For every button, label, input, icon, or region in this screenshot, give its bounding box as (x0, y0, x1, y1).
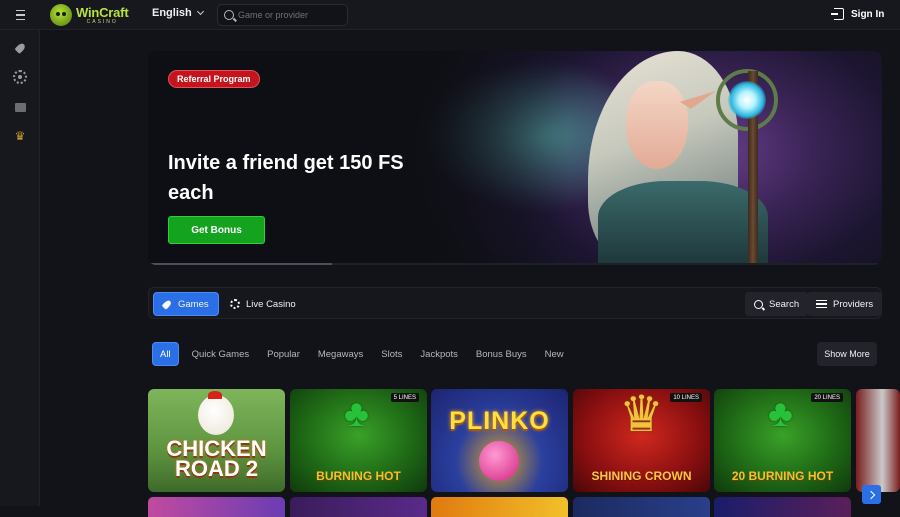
game-title: PLINKO (449, 407, 550, 435)
rocket-icon (163, 300, 172, 309)
sign-in-button[interactable]: Sign In (831, 8, 885, 20)
game-search-label: Search (769, 298, 800, 310)
game-card-row2[interactable] (148, 497, 285, 517)
promo-banner[interactable]: Referral Program Invite a friend get 150… (148, 51, 882, 265)
lines-badge: 20 LINES (811, 393, 843, 402)
category-tabs: Games Live Casino Search Providers (148, 287, 883, 319)
rocket-icon[interactable] (13, 41, 27, 55)
language-label: English (152, 7, 192, 19)
logo-goblin-icon (50, 4, 72, 26)
game-card-chicken-road-2[interactable]: CHICKEN ROAD 2 (148, 389, 285, 492)
filter-jackpots[interactable]: Jackpots (412, 342, 466, 366)
brand-name: WinCraft (76, 4, 129, 20)
tab-live-casino-label: Live Casino (246, 298, 296, 310)
filter-new[interactable]: New (537, 342, 572, 366)
gift-icon[interactable] (13, 100, 27, 114)
slide-progress-fill (148, 263, 332, 265)
providers-label: Providers (833, 298, 874, 310)
game-card-shining-crown[interactable]: 10 LINES SHINING CROWN (573, 389, 710, 492)
game-title: 20 BURNING HOT (731, 469, 834, 483)
lines-badge: 5 LINES (390, 393, 419, 402)
tab-games-label: Games (178, 298, 209, 310)
clover-icon (344, 393, 374, 436)
search-icon (224, 10, 234, 20)
game-search-button[interactable]: Search (745, 292, 809, 316)
casino-chip-icon[interactable] (13, 70, 27, 84)
game-filters: All Quick Games Popular Megaways Slots J… (152, 342, 574, 366)
logo[interactable]: WinCraft CASINO (50, 3, 129, 27)
game-title: CHICKEN ROAD 2 (166, 436, 267, 481)
referral-badge: Referral Program (168, 70, 260, 88)
chevron-down-icon (196, 7, 204, 16)
game-title: BURNING HOT (316, 469, 401, 483)
casino-chip-icon (230, 299, 240, 309)
filter-slots[interactable]: Slots (373, 342, 410, 366)
search-input[interactable] (238, 7, 343, 23)
filter-all[interactable]: All (152, 342, 179, 366)
get-bonus-button[interactable]: Get Bonus (168, 216, 265, 244)
game-card-row2[interactable] (714, 497, 851, 517)
game-card-partial[interactable] (856, 389, 900, 492)
lines-badge: 10 LINES (670, 393, 702, 402)
language-selector[interactable]: English (152, 7, 204, 19)
providers-button[interactable]: Providers (807, 292, 883, 316)
game-title: SHINING CROWN (591, 469, 692, 483)
crown-icon[interactable] (13, 129, 27, 143)
crown-icon (617, 389, 667, 443)
game-card-row2[interactable] (431, 497, 568, 517)
show-more-button[interactable]: Show More (817, 342, 877, 366)
menu-icon[interactable] (10, 6, 30, 24)
game-card-row2[interactable] (573, 497, 710, 517)
search-icon (754, 299, 763, 309)
game-card-20-burning-hot[interactable]: 20 LINES 20 BURNING HOT (714, 389, 851, 492)
filter-bonus-buys[interactable]: Bonus Buys (468, 342, 535, 366)
chicken-art (198, 395, 234, 435)
sign-in-icon (831, 8, 844, 20)
plinko-ball-art (479, 441, 519, 481)
sign-in-label: Sign In (851, 8, 885, 20)
tab-games[interactable]: Games (153, 292, 219, 316)
game-card-plinko[interactable]: PLINKO (431, 389, 568, 492)
game-card-burning-hot[interactable]: 5 LINES BURNING HOT (290, 389, 427, 492)
filter-quick-games[interactable]: Quick Games (184, 342, 258, 366)
brand-subtitle: CASINO (86, 18, 118, 25)
clover-icon (768, 393, 798, 436)
banner-headline: Invite a friend get 150 FS each (168, 152, 404, 204)
carousel-next-button[interactable] (862, 485, 881, 504)
sliders-icon (816, 300, 827, 308)
filter-megaways[interactable]: Megaways (310, 342, 371, 366)
filter-popular[interactable]: Popular (259, 342, 308, 366)
tab-live-casino[interactable]: Live Casino (221, 292, 305, 316)
search-box[interactable] (217, 4, 348, 26)
game-card-row2[interactable] (290, 497, 427, 517)
top-bar: WinCraft CASINO English Sign In (0, 0, 900, 30)
